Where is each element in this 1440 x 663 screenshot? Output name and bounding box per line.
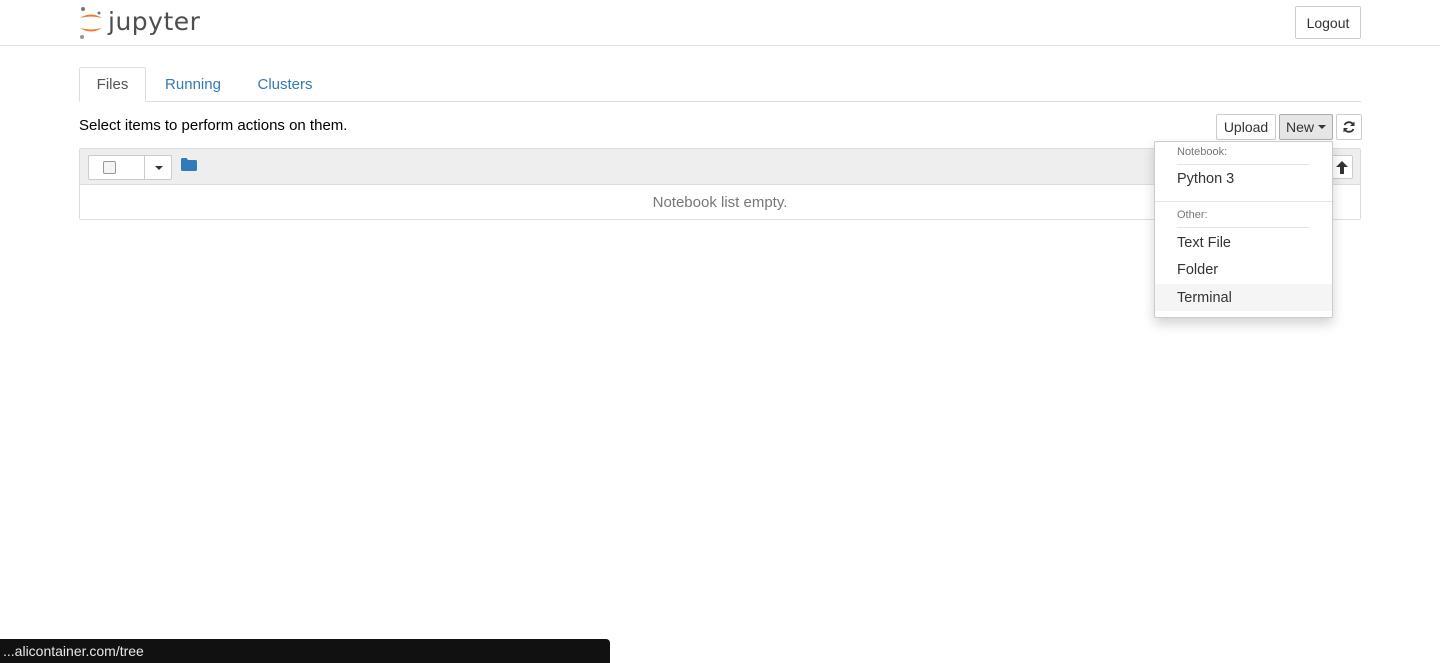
refresh-icon [1343,121,1355,133]
other-section-header: Other: [1177,209,1208,221]
select-all-checkbox[interactable] [103,161,116,174]
instructions-text: Select items to perform actions on them. [79,117,348,134]
select-menu-toggle[interactable] [145,156,172,179]
menu-item-text-file[interactable]: Text File [1155,229,1332,256]
header: jupyter Logout [0,0,1440,46]
notebook-section-header: Notebook: [1177,146,1228,158]
chevron-down-icon [1318,125,1326,129]
tab-bar: Files Running Clusters [79,67,1361,102]
jupyter-logo[interactable]: jupyter [78,6,200,40]
refresh-button[interactable] [1336,114,1362,140]
tab-clusters[interactable]: Clusters [247,67,323,102]
new-button[interactable]: New [1279,114,1333,140]
arrow-up-icon [1336,160,1348,174]
tab-files[interactable]: Files [79,67,146,102]
jupyter-logo-icon [80,7,102,39]
upload-button[interactable]: Upload [1216,114,1276,140]
tab-running[interactable]: Running [154,67,232,102]
new-button-label: New [1285,119,1314,135]
chevron-down-icon [154,165,163,170]
folder-icon[interactable] [181,158,197,171]
logout-button[interactable]: Logout [1295,6,1361,39]
status-bar-url: ...alicontainer.com/tree [0,639,610,663]
section-rule [1177,227,1310,228]
sort-up-button[interactable] [1331,155,1353,179]
select-all-dropdown[interactable] [88,155,172,180]
logo-text: jupyter [108,6,201,36]
menu-divider [1155,201,1332,202]
menu-item-terminal[interactable]: Terminal [1155,284,1332,311]
menu-item-python3[interactable]: Python 3 [1155,165,1332,192]
menu-item-folder[interactable]: Folder [1155,256,1332,283]
new-dropdown-menu: Notebook: Python 3 Other: Text File Fold… [1154,141,1333,318]
